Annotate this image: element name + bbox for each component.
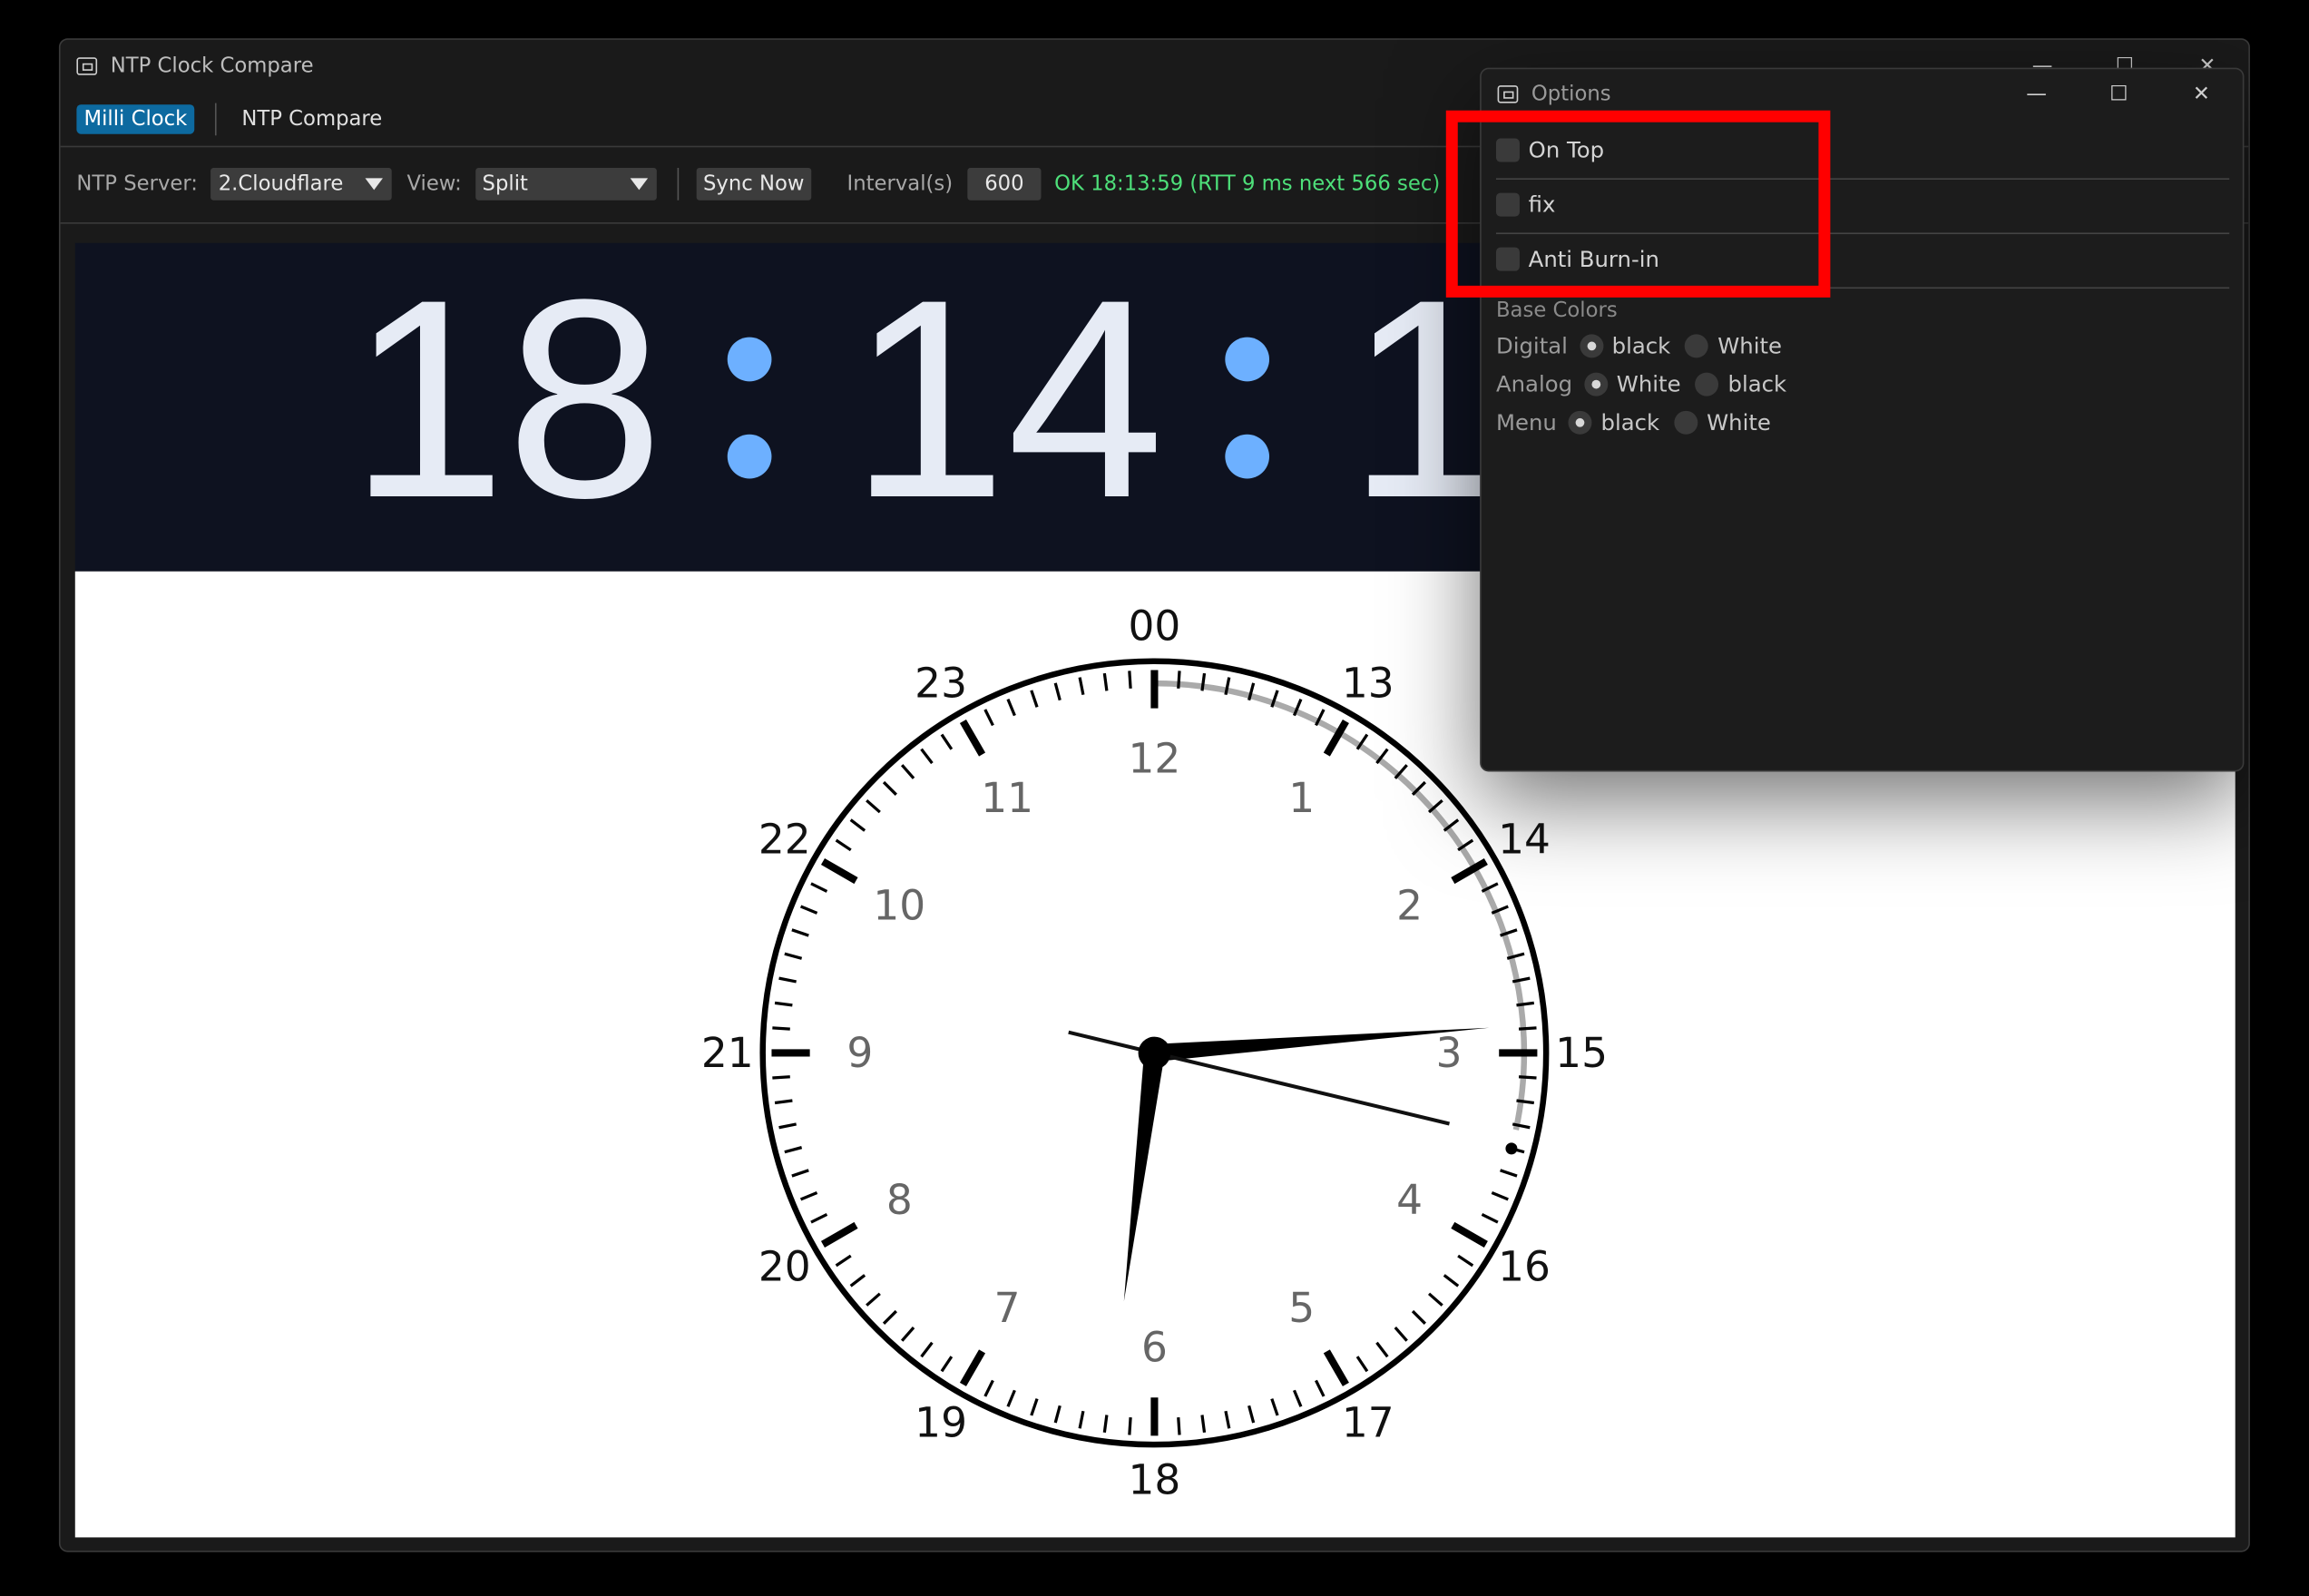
outer-hour-label: 23: [915, 659, 967, 707]
window-title: NTP Clock Compare: [110, 54, 314, 79]
interval-input[interactable]: 600: [967, 168, 1042, 201]
app-icon: [1497, 85, 1519, 103]
screen: NTP Clock Compare — ☐ ✕ Milli Clock NTP …: [0, 0, 2309, 1596]
toolbar-separator: [676, 168, 679, 201]
ntp-server-select[interactable]: 2.Cloudflare: [210, 168, 393, 201]
inner-hour-label: 1: [1288, 774, 1315, 822]
outer-hour-label: 19: [915, 1399, 967, 1447]
sync-now-button[interactable]: Sync Now: [695, 168, 812, 201]
inner-hour-label: 4: [1396, 1176, 1423, 1224]
analog-color-label: Analog: [1495, 370, 1573, 398]
digital-minutes: 14: [849, 242, 1165, 557]
colon-dot: [727, 434, 772, 479]
toolbar: NTP Server: 2.Cloudflare View: Split Syn…: [76, 166, 1440, 201]
base-colors-title: Base Colors: [1495, 299, 1618, 323]
chevron-down-icon: [629, 178, 648, 191]
inner-hour-label: 6: [1141, 1324, 1168, 1372]
outer-hour-label: 16: [1498, 1242, 1551, 1290]
analog-white-radio[interactable]: [1584, 372, 1609, 397]
tab-bar: Milli Clock NTP Compare: [76, 102, 389, 137]
digital-hours: 18: [348, 242, 664, 557]
colon-dot: [1225, 337, 1270, 382]
analog-black-label: black: [1727, 370, 1787, 398]
outer-hour-label: 18: [1129, 1456, 1181, 1504]
outer-hour-label: 21: [701, 1029, 754, 1077]
menu-black-label: black: [1600, 409, 1660, 436]
inner-hour-label: 8: [886, 1176, 913, 1224]
minor-tick: [1518, 1026, 1537, 1031]
inner-hour-label: 10: [873, 882, 925, 930]
chevron-down-icon: [366, 178, 384, 191]
digital-color-label: Digital: [1495, 332, 1568, 360]
outer-hour-label: 17: [1342, 1399, 1394, 1447]
menu-color-label: Menu: [1495, 409, 1557, 436]
ntp-server-label: NTP Server:: [76, 171, 198, 196]
minor-tick: [1518, 1075, 1537, 1080]
tab-separator: [215, 103, 217, 136]
inner-hour-label: 3: [1436, 1029, 1463, 1077]
minimize-icon[interactable]: —: [1995, 69, 2078, 119]
app-icon: [76, 57, 98, 75]
inner-hour-label: 5: [1288, 1284, 1315, 1332]
inner-hour-label: 2: [1396, 882, 1423, 930]
maximize-icon[interactable]: ☐: [2078, 69, 2160, 119]
view-select[interactable]: Split: [475, 168, 657, 201]
minor-tick: [772, 1075, 790, 1080]
ntp-server-value: 2.Cloudflare: [218, 171, 344, 196]
menu-white-radio[interactable]: [1674, 410, 1698, 435]
menu-black-radio[interactable]: [1568, 410, 1592, 435]
analog-color-group: Analog White black: [1496, 368, 1801, 401]
close-icon[interactable]: ✕: [2160, 69, 2243, 119]
center-cap: [1138, 1036, 1171, 1070]
outer-hour-label: 20: [758, 1242, 811, 1290]
colon-dot: [727, 337, 772, 382]
digital-black-label: black: [1611, 332, 1671, 360]
options-title: Options: [1531, 82, 1611, 106]
menu-color-group: Menu black White: [1496, 406, 1786, 439]
inner-hour-label: 12: [1129, 734, 1181, 782]
outer-hour-label: 13: [1342, 659, 1394, 707]
outer-hour-label: 22: [758, 816, 811, 864]
inner-hour-label: 7: [994, 1284, 1021, 1332]
outer-hour-label: 00: [1129, 602, 1181, 650]
tab-milli-clock[interactable]: Milli Clock: [76, 104, 195, 134]
view-label: View:: [406, 171, 462, 196]
digital-color-group: Digital black White: [1496, 330, 1796, 363]
second-marker-dot: [1505, 1142, 1518, 1155]
sync-status: OK 18:13:59 (RTT 9 ms next 566 sec): [1054, 171, 1441, 196]
digital-black-radio[interactable]: [1579, 334, 1603, 358]
menu-white-label: White: [1707, 409, 1771, 436]
highlight-box: [1445, 110, 1831, 298]
interval-label: Interval(s): [846, 171, 954, 196]
inner-hour-label: 9: [846, 1029, 873, 1077]
inner-hour-label: 11: [981, 774, 1033, 822]
outer-hour-label: 15: [1555, 1029, 1608, 1077]
colon-dot: [1225, 434, 1270, 479]
analog-black-radio[interactable]: [1695, 372, 1719, 397]
analog-white-label: White: [1616, 370, 1681, 398]
view-value: Split: [482, 171, 528, 196]
digital-white-radio[interactable]: [1685, 334, 1709, 358]
outer-hour-label: 14: [1498, 816, 1551, 864]
digital-white-label: White: [1717, 332, 1783, 360]
minor-tick: [772, 1026, 790, 1031]
tab-ntp-compare[interactable]: NTP Compare: [234, 104, 389, 133]
